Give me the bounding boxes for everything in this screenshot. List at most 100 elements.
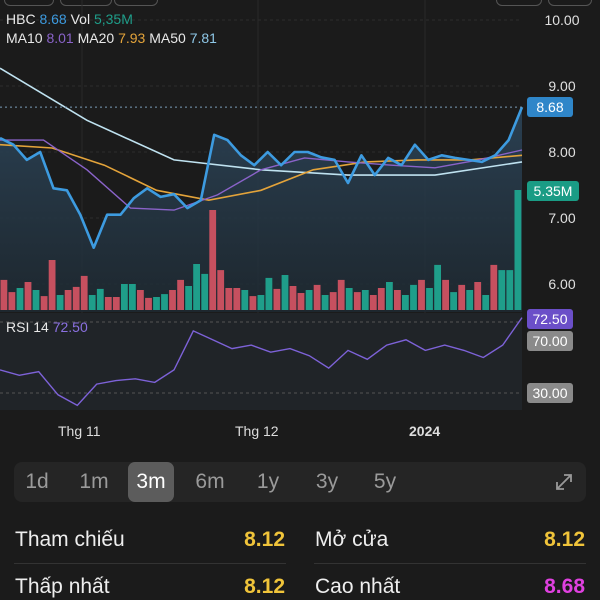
divider bbox=[314, 563, 586, 564]
volume-bar bbox=[8, 292, 16, 310]
volume-bar bbox=[225, 288, 233, 310]
volume-bar bbox=[345, 288, 353, 310]
volume-bar bbox=[24, 282, 32, 310]
volume-bar bbox=[80, 275, 88, 310]
volume-bar bbox=[209, 210, 217, 310]
volume-bar bbox=[297, 293, 305, 310]
rsi-tag: 72.50 bbox=[532, 311, 567, 327]
price-tick-label: 10.00 bbox=[544, 12, 579, 28]
open-label: Mở cửa bbox=[315, 528, 389, 551]
legend-price: 8.68 bbox=[39, 11, 67, 27]
volume-bar bbox=[289, 286, 297, 310]
ma50-value: 7.81 bbox=[189, 30, 217, 46]
tab-1y[interactable]: 1y bbox=[245, 462, 291, 502]
legend-vol: 5,35M bbox=[93, 11, 133, 27]
tab-3m[interactable]: 3m bbox=[128, 462, 174, 502]
low-value: 8.12 bbox=[244, 575, 285, 598]
volume-bar bbox=[129, 284, 136, 310]
volume-bar bbox=[32, 290, 40, 310]
tab-5y[interactable]: 5y bbox=[362, 462, 408, 502]
volume-bar bbox=[329, 292, 337, 310]
volume-bar bbox=[185, 286, 192, 310]
volume-bar bbox=[217, 270, 225, 310]
volume-bar bbox=[281, 275, 289, 310]
price-tick-label: 9.00 bbox=[548, 78, 575, 94]
high-label: Cao nhất bbox=[315, 575, 401, 598]
volume-bar bbox=[16, 288, 24, 310]
expand-icon[interactable] bbox=[552, 470, 576, 494]
tab-1m[interactable]: 1m bbox=[71, 462, 117, 502]
symbol: HBC bbox=[6, 11, 36, 27]
volume-bar bbox=[394, 290, 401, 310]
rsi-label: RSI 14 bbox=[6, 319, 49, 335]
volume-bar bbox=[241, 290, 249, 310]
ma20-label: MA20 bbox=[77, 30, 115, 46]
timeframe-tabs: 1d 1m 3m 6m 1y 3y 5y bbox=[14, 462, 586, 502]
volume-tag: 5.35M bbox=[534, 183, 573, 199]
volume-bar bbox=[353, 292, 361, 310]
ma10-label: MA10 bbox=[6, 30, 43, 46]
ma20-value: 7.93 bbox=[118, 30, 146, 46]
volume-bar bbox=[249, 296, 257, 310]
ma10-value: 8.01 bbox=[46, 30, 74, 46]
price-tick-label: 8.00 bbox=[548, 144, 575, 160]
volume-bar bbox=[0, 279, 8, 310]
tab-6m[interactable]: 6m bbox=[187, 462, 233, 502]
volume-bar bbox=[112, 297, 120, 310]
price-tick-label: 6.00 bbox=[548, 276, 575, 292]
volume-bar bbox=[265, 277, 273, 310]
open-value: 8.12 bbox=[544, 528, 585, 551]
ma-legend: MA10 8.01 MA20 7.93 MA50 7.81 bbox=[6, 30, 217, 46]
volume-bar bbox=[313, 284, 321, 310]
volume-bar bbox=[410, 284, 417, 310]
last-price-tag: 8.68 bbox=[536, 99, 563, 115]
volume-bar bbox=[305, 290, 313, 310]
rsi-upper-tag: 70.00 bbox=[532, 333, 567, 349]
low-label: Thấp nhất bbox=[15, 575, 110, 598]
volume-bar bbox=[498, 270, 506, 310]
volume-bar bbox=[442, 279, 449, 310]
volume-bar bbox=[386, 282, 393, 310]
rsi-legend: RSI 14 72.50 bbox=[6, 319, 88, 335]
ma50-label: MA50 bbox=[149, 30, 186, 46]
volume-bar bbox=[321, 295, 329, 310]
volume-bar bbox=[177, 279, 184, 310]
volume-bar bbox=[40, 296, 48, 310]
high-value: 8.68 bbox=[544, 575, 585, 598]
volume-bar bbox=[506, 270, 514, 310]
rsi-lower-tag: 30.00 bbox=[532, 385, 567, 401]
volume-bar bbox=[104, 297, 112, 310]
volume-bar bbox=[96, 288, 104, 310]
volume-bar bbox=[201, 273, 209, 310]
volume-bar bbox=[434, 264, 441, 310]
volume-bar bbox=[48, 260, 56, 310]
volume-bar bbox=[514, 190, 522, 310]
volume-bar bbox=[337, 279, 345, 310]
volume-bar bbox=[369, 295, 377, 310]
tab-3y[interactable]: 3y bbox=[304, 462, 350, 502]
volume-bar bbox=[169, 290, 176, 310]
month-label-dec: Thg 12 bbox=[235, 423, 279, 439]
volume-bar bbox=[121, 284, 128, 310]
volume-bar bbox=[458, 284, 466, 310]
stock-chart[interactable]: 10.00 9.00 8.00 7.00 6.00 8.68 5.35M 70.00 72.50… bbox=[0, 0, 600, 445]
volume-bar bbox=[377, 288, 385, 310]
volume-bar bbox=[273, 288, 281, 310]
volume-bar bbox=[450, 292, 457, 310]
tab-1d[interactable]: 1d bbox=[14, 462, 60, 502]
volume-bar bbox=[402, 295, 409, 310]
volume-bar bbox=[426, 288, 433, 310]
volume-bar bbox=[145, 297, 152, 310]
volume-bar bbox=[88, 295, 96, 310]
month-label-nov: Thg 11 bbox=[58, 423, 101, 439]
rsi-value: 72.50 bbox=[52, 319, 88, 335]
price-tick-label: 7.00 bbox=[548, 210, 575, 226]
volume-bar bbox=[233, 288, 241, 310]
volume-bar bbox=[474, 282, 482, 310]
vol-label: Vol bbox=[70, 11, 91, 27]
volume-bar bbox=[257, 295, 265, 310]
volume-bar bbox=[137, 290, 144, 310]
volume-bar bbox=[161, 294, 168, 310]
volume-bar bbox=[72, 286, 80, 310]
volume-bar bbox=[64, 290, 72, 310]
